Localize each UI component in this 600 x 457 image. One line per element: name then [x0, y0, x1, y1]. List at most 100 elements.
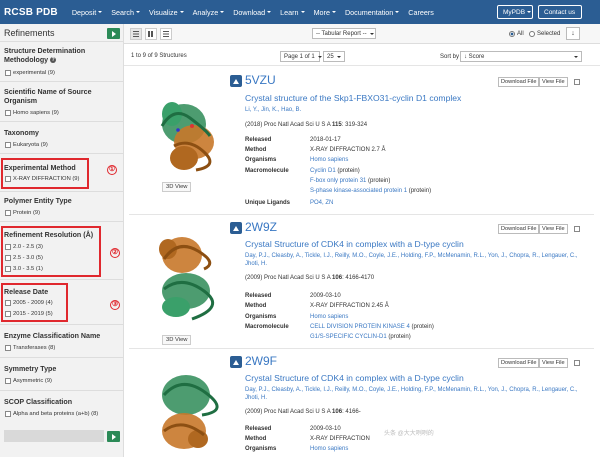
- nav-careers[interactable]: Careers: [408, 8, 434, 17]
- structure-image[interactable]: [146, 365, 224, 457]
- apply-refinements-button[interactable]: [107, 28, 120, 39]
- nav-analyze[interactable]: Analyze: [193, 8, 225, 17]
- radio-button[interactable]: [529, 31, 535, 37]
- checkbox[interactable]: [5, 70, 11, 76]
- checkbox[interactable]: [5, 411, 11, 417]
- select-entry-checkbox[interactable]: [574, 360, 580, 366]
- filter-option[interactable]: experimental (9): [5, 70, 55, 76]
- chevron-down-icon: [317, 55, 322, 58]
- download-file-button[interactable]: Download File: [498, 358, 540, 368]
- checkbox[interactable]: [5, 378, 11, 384]
- entry-title-link[interactable]: Crystal structure of the Skp1-FBXO31-cyc…: [245, 93, 461, 103]
- radio-selected[interactable]: Selected: [529, 31, 560, 37]
- released-value: 2009-03-10: [310, 293, 341, 299]
- macromolecule-item: Cyclin D1 (protein): [310, 168, 360, 174]
- nav-download[interactable]: Download: [233, 8, 272, 17]
- nav-documentation[interactable]: Documentation: [345, 8, 400, 17]
- released-label: Released: [245, 137, 272, 143]
- filter-option[interactable]: Homo sapiens (9): [5, 110, 59, 116]
- organisms-link[interactable]: Homo sapiens: [310, 314, 348, 320]
- list-view-button[interactable]: [160, 28, 172, 40]
- radio-button[interactable]: [509, 31, 515, 37]
- chevron-down-icon: [369, 32, 374, 35]
- macromolecule-item: CELL DIVISION PROTEIN KINASE 4 (protein): [310, 324, 434, 330]
- mypdb-button[interactable]: MyPDB: [497, 5, 533, 19]
- view-file-button[interactable]: View File: [539, 358, 568, 368]
- gallery-view-icon: [133, 31, 139, 37]
- divider: [0, 279, 124, 280]
- top-nav: RCSB PDB Deposit Search Visualize Analyz…: [0, 0, 600, 24]
- filter-option[interactable]: Protein (9): [5, 210, 40, 216]
- divider: [0, 191, 124, 192]
- nav-visualize[interactable]: Visualize: [149, 8, 184, 17]
- entry-title-link[interactable]: Crystal Structure of CDK4 in complex wit…: [245, 373, 464, 383]
- play-icon: [111, 433, 116, 440]
- view-file-button[interactable]: View File: [539, 77, 568, 87]
- authors[interactable]: Day, P.J., Cleasby, A., Tickle, I.J., Re…: [245, 252, 590, 268]
- citation: (2018) Proc Natl Acad Sci U S A 115: 319…: [245, 122, 368, 128]
- per-page-select[interactable]: 25: [323, 51, 345, 62]
- chevron-down-icon: [220, 11, 225, 13]
- authors[interactable]: Li, Y., Jin, K., Hao, B.: [245, 106, 585, 114]
- nav-search[interactable]: Search: [111, 8, 140, 17]
- sidebar-title: Refinements: [4, 28, 55, 38]
- organisms-link[interactable]: Homo sapiens: [310, 157, 348, 163]
- chevron-down-icon: [98, 11, 103, 13]
- filter-option[interactable]: Transferases (8): [5, 345, 55, 351]
- sort-select[interactable]: ↓ Score: [460, 51, 582, 62]
- checkbox[interactable]: [5, 142, 11, 148]
- grid-view-button[interactable]: [145, 28, 157, 40]
- structure-image[interactable]: [144, 229, 224, 329]
- view-3d-button[interactable]: 3D View: [162, 335, 192, 345]
- download-file-button[interactable]: Download File: [498, 77, 540, 87]
- citation: (2009) Proc Natl Acad Sci U S A 106: 416…: [245, 409, 361, 415]
- filter-option[interactable]: Asymmetric (9): [5, 378, 52, 384]
- gallery-view-button[interactable]: [130, 28, 142, 40]
- report-select[interactable]: -- Tabular Report --: [312, 28, 376, 39]
- method-value: X-RAY DIFFRACTION: [310, 436, 370, 442]
- contact-us-button[interactable]: Contact us: [538, 5, 582, 19]
- nav-more[interactable]: More: [314, 8, 336, 17]
- pdb-id-link[interactable]: 2W9F: [245, 354, 277, 368]
- pdb-id-link[interactable]: 2W9Z: [245, 220, 277, 234]
- divider: [0, 390, 124, 391]
- select-entry-checkbox[interactable]: [574, 226, 580, 232]
- view-3d-button[interactable]: 3D View: [162, 182, 192, 192]
- filter-option[interactable]: Eukaryota (9): [5, 142, 48, 148]
- help-icon[interactable]: ?: [50, 56, 57, 63]
- structure-image[interactable]: [144, 86, 224, 178]
- chevron-down-icon: [179, 11, 184, 13]
- view-file-button[interactable]: View File: [539, 224, 568, 234]
- released-label: Released: [245, 293, 272, 299]
- nav-learn[interactable]: Learn: [280, 8, 305, 17]
- select-entry-checkbox[interactable]: [574, 79, 580, 85]
- entry-title-link[interactable]: Crystal Structure of CDK4 in complex wit…: [245, 239, 464, 249]
- checkbox[interactable]: [5, 110, 11, 116]
- pdb-id-link[interactable]: 5VZU: [245, 73, 276, 87]
- checkbox[interactable]: [5, 210, 11, 216]
- flask-icon: [230, 222, 242, 234]
- download-icon: ↓: [571, 30, 575, 37]
- grid-view-icon: [148, 31, 154, 37]
- chevron-down-icon: [336, 55, 341, 58]
- chevron-down-icon: [267, 11, 272, 13]
- ligands-link[interactable]: PO4, ZN: [310, 200, 333, 206]
- filter-option[interactable]: Alpha and beta proteins (a+b) (8): [5, 411, 98, 417]
- page-select[interactable]: Page 1 of 1: [280, 51, 322, 62]
- annotation-marker-1: ①: [107, 165, 117, 175]
- radio-all[interactable]: All: [509, 31, 524, 37]
- divider: [0, 221, 124, 222]
- nav-deposit[interactable]: Deposit: [72, 8, 103, 17]
- authors[interactable]: Day, P.J., Cleasby, A., Tickle, I.J., Re…: [245, 386, 590, 402]
- brand-logo[interactable]: RCSB PDB: [4, 7, 58, 18]
- organisms-link[interactable]: Homo sapiens: [310, 446, 348, 452]
- results-bar: 1 to 9 of 9 Structures Page 1 of 1 25 So…: [124, 48, 600, 66]
- download-file-button[interactable]: Download File: [498, 224, 540, 234]
- highlight-box-2: [1, 226, 101, 277]
- download-button[interactable]: ↓: [566, 27, 580, 40]
- apply-refinements-button-bottom[interactable]: [107, 431, 120, 442]
- watermark: 头条 @大大咧咧的: [384, 431, 434, 437]
- section-title-enzyme-classification: Enzyme Classification Name: [4, 332, 101, 340]
- sidebar-scrollbar[interactable]: [4, 430, 104, 442]
- checkbox[interactable]: [5, 345, 11, 351]
